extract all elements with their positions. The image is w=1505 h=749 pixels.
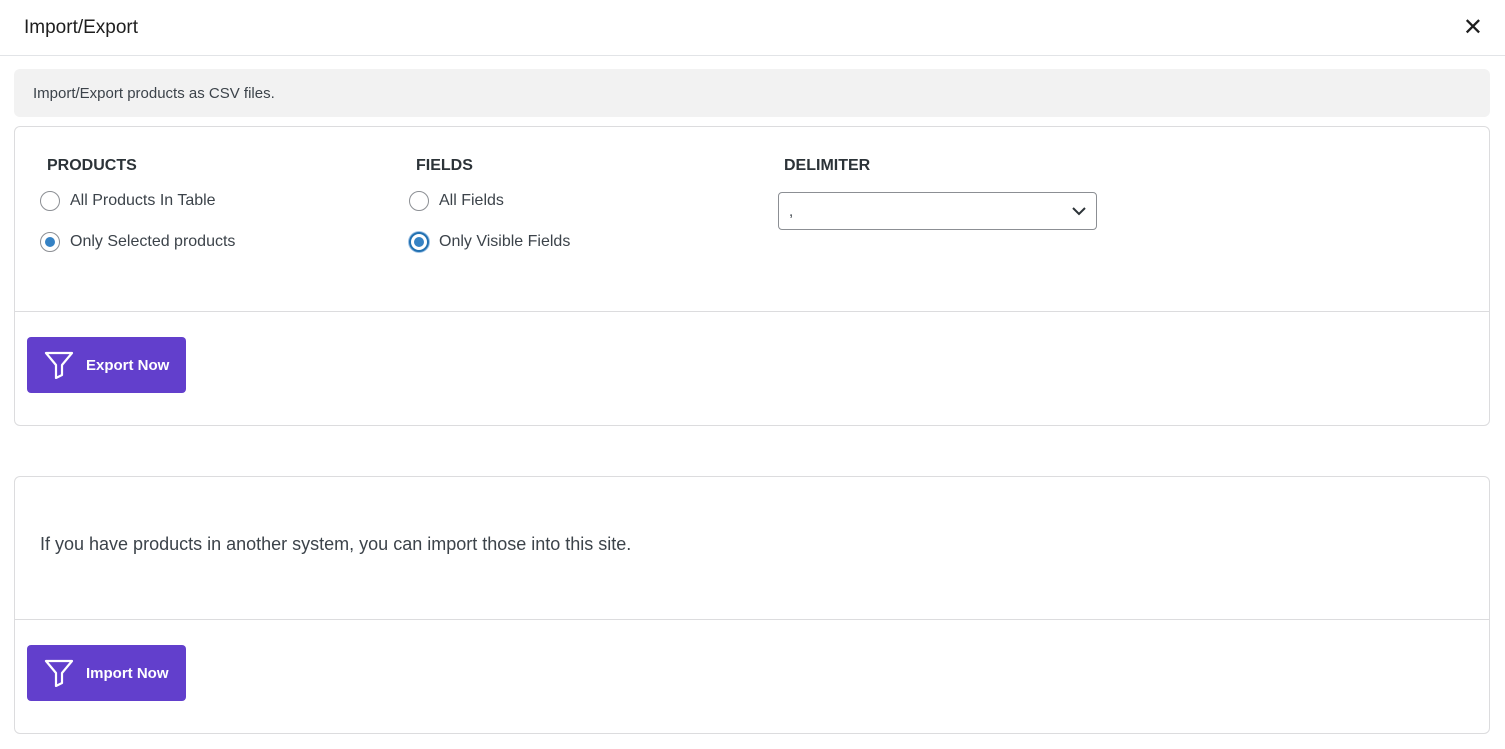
radio-only-visible-fields[interactable]: Only Visible Fields xyxy=(409,232,570,252)
delimiter-group: DELIMITER xyxy=(784,157,870,191)
delimiter-value: , xyxy=(789,202,794,220)
dialog-title: Import/Export xyxy=(24,16,139,38)
radio-all-products[interactable]: All Products In Table xyxy=(40,191,235,211)
radio-label: Only Visible Fields xyxy=(439,233,571,250)
import-now-button[interactable]: Import Now xyxy=(27,645,186,701)
radio-circle[interactable] xyxy=(40,191,60,211)
divider xyxy=(15,619,1489,620)
filter-icon xyxy=(44,351,74,379)
export-now-label: Export Now xyxy=(86,356,170,374)
export-now-button[interactable]: Export Now xyxy=(27,337,187,393)
radio-all-fields[interactable]: All Fields xyxy=(409,191,570,211)
radio-label: Only Selected products xyxy=(70,233,236,250)
dialog-header: Import/Export ✕ xyxy=(0,0,1505,56)
radio-label: All Fields xyxy=(439,192,504,209)
fields-group: FIELDS All Fields Only Visible Fields xyxy=(409,157,570,273)
filter-icon xyxy=(44,659,74,687)
close-icon[interactable]: ✕ xyxy=(1463,15,1483,40)
fields-heading: FIELDS xyxy=(416,157,473,174)
radio-circle[interactable] xyxy=(409,232,429,252)
export-card: PRODUCTS All Products In Table Only Sele… xyxy=(14,126,1490,426)
radio-circle[interactable] xyxy=(409,191,429,211)
import-now-label: Import Now xyxy=(86,664,169,682)
import-card: If you have products in another system, … xyxy=(14,476,1490,734)
radio-only-selected-products[interactable]: Only Selected products xyxy=(40,232,235,252)
delimiter-heading: DELIMITER xyxy=(784,157,871,174)
radio-label: All Products In Table xyxy=(70,192,216,209)
products-heading: PRODUCTS xyxy=(47,157,137,174)
radio-circle[interactable] xyxy=(40,232,60,252)
notice: Import/Export products as CSV files. xyxy=(14,69,1490,117)
import-description: If you have products in another system, … xyxy=(40,534,632,554)
chevron-down-icon xyxy=(1072,206,1086,215)
products-group: PRODUCTS All Products In Table Only Sele… xyxy=(40,157,235,273)
divider xyxy=(15,311,1489,312)
delimiter-select[interactable]: , xyxy=(778,192,1097,230)
